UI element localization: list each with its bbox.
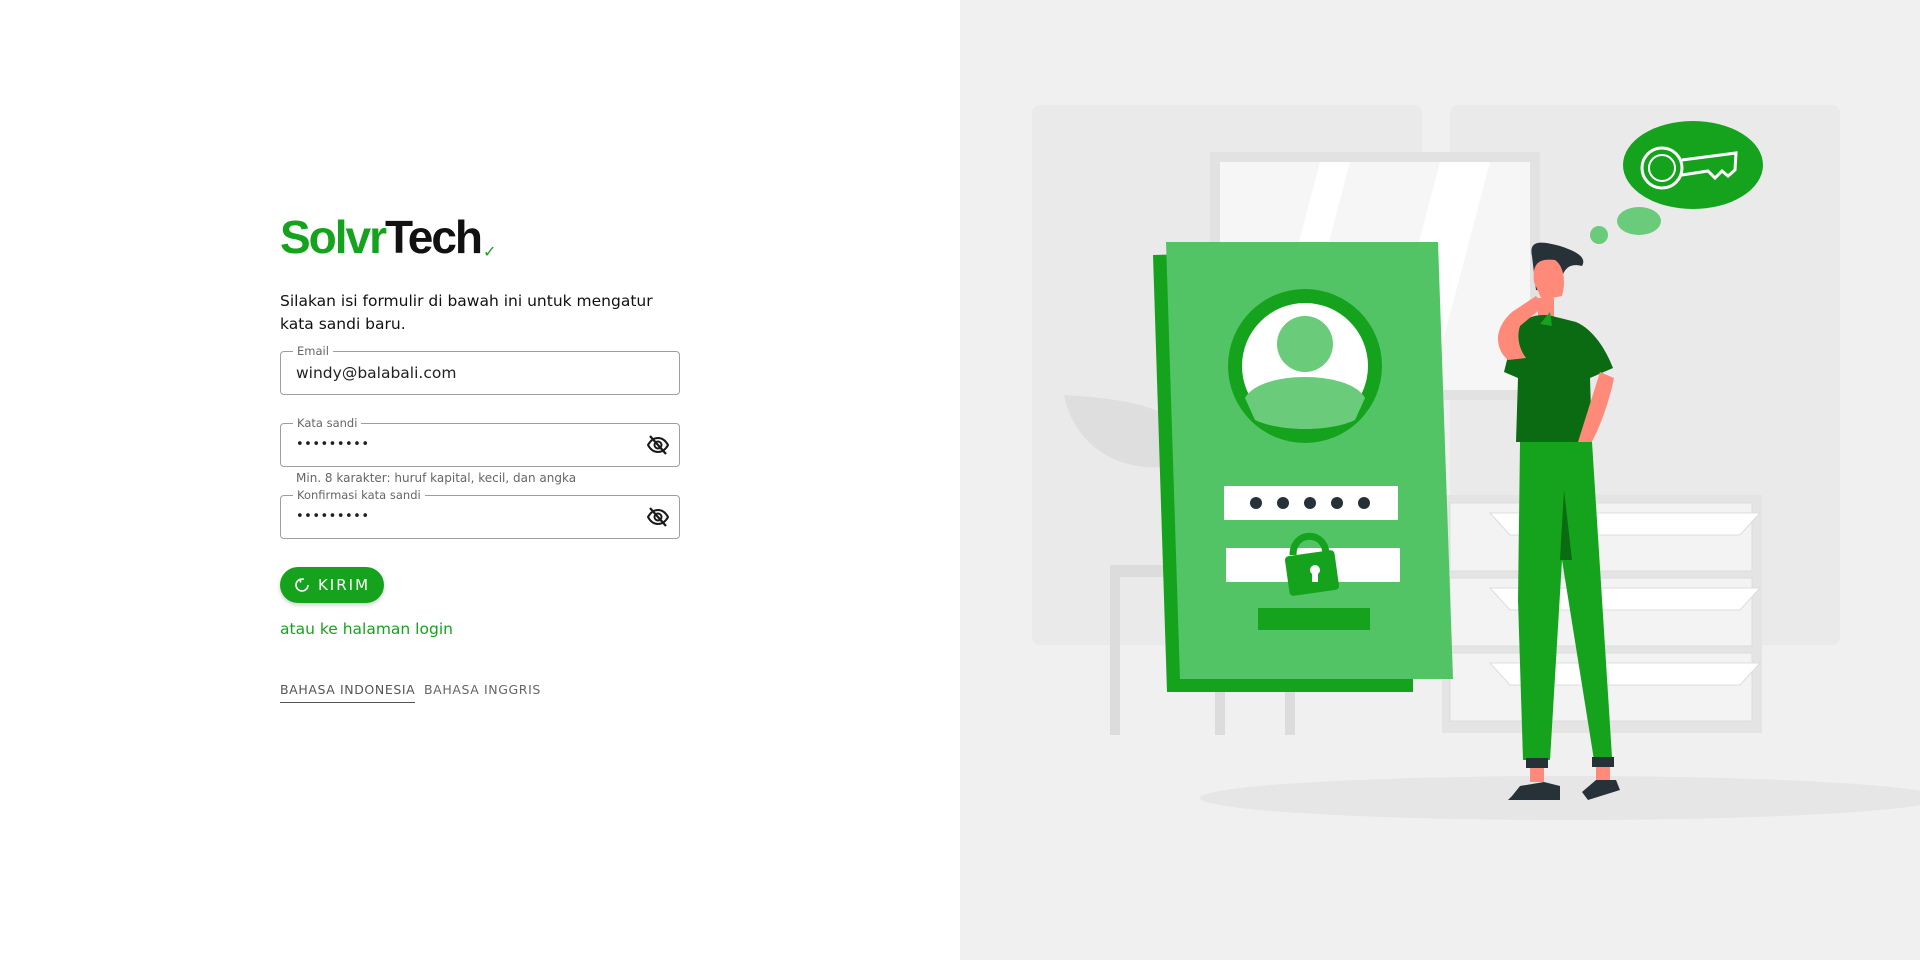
eye-off-icon[interactable] — [645, 433, 671, 457]
thought-bubble — [1623, 121, 1763, 209]
password-dot — [1277, 497, 1289, 509]
brand-logo-part1: Solvr — [280, 211, 387, 263]
password-dot — [1358, 497, 1370, 509]
password-reset-illustration — [1032, 105, 1920, 820]
form-instructions: Silakan isi formulir di bawah ini untuk … — [280, 292, 653, 333]
password-value[interactable]: ••••••••• — [296, 424, 370, 466]
thought-dot-small — [1590, 226, 1608, 244]
password-helper-text: Min. 8 karakter: huruf kapital, kecil, d… — [296, 471, 577, 485]
illustration-panel — [960, 0, 1920, 960]
brand-logo: Solvr Tech ✓ — [280, 212, 496, 262]
lang-tab-indonesian[interactable]: BAHASA INDONESIA — [280, 682, 416, 703]
brand-logo-part2: Tech — [385, 211, 483, 263]
person-ankle — [1596, 767, 1610, 781]
lang-tab-english[interactable]: BAHASA INGGRIS — [424, 682, 541, 702]
confirm-password-value[interactable]: ••••••••• — [296, 496, 370, 538]
thought-dot-medium — [1617, 207, 1661, 235]
email-field[interactable]: Email windy@balabali.com — [280, 344, 680, 395]
person-pant-cuff — [1592, 757, 1614, 767]
person-pant-cuff — [1526, 758, 1548, 768]
avatar-body — [1245, 377, 1365, 429]
form-panel: Solvr Tech ✓ Silakan isi formulir di bawah… — [0, 0, 960, 960]
password-field[interactable]: Kata sandi ••••••••• — [280, 416, 680, 467]
avatar-head — [1277, 316, 1333, 372]
card-button — [1258, 608, 1370, 630]
password-dot — [1250, 497, 1262, 509]
confirm-password-field[interactable]: Konfirmasi kata sandi ••••••••• — [280, 488, 680, 539]
person-ankle — [1530, 768, 1544, 782]
eye-off-icon[interactable] — [645, 505, 671, 529]
email-value[interactable]: windy@balabali.com — [296, 352, 456, 394]
submit-button[interactable]: KIRIM — [280, 567, 384, 603]
table-leg — [1110, 577, 1120, 735]
password-dot — [1304, 497, 1316, 509]
login-page-link[interactable]: atau ke halaman login — [280, 620, 453, 638]
padlock-keyhole — [1312, 570, 1318, 582]
password-dot — [1331, 497, 1343, 509]
refresh-icon — [295, 578, 309, 592]
brand-check-mark: ✓ — [483, 242, 497, 261]
submit-label: KIRIM — [317, 576, 371, 594]
